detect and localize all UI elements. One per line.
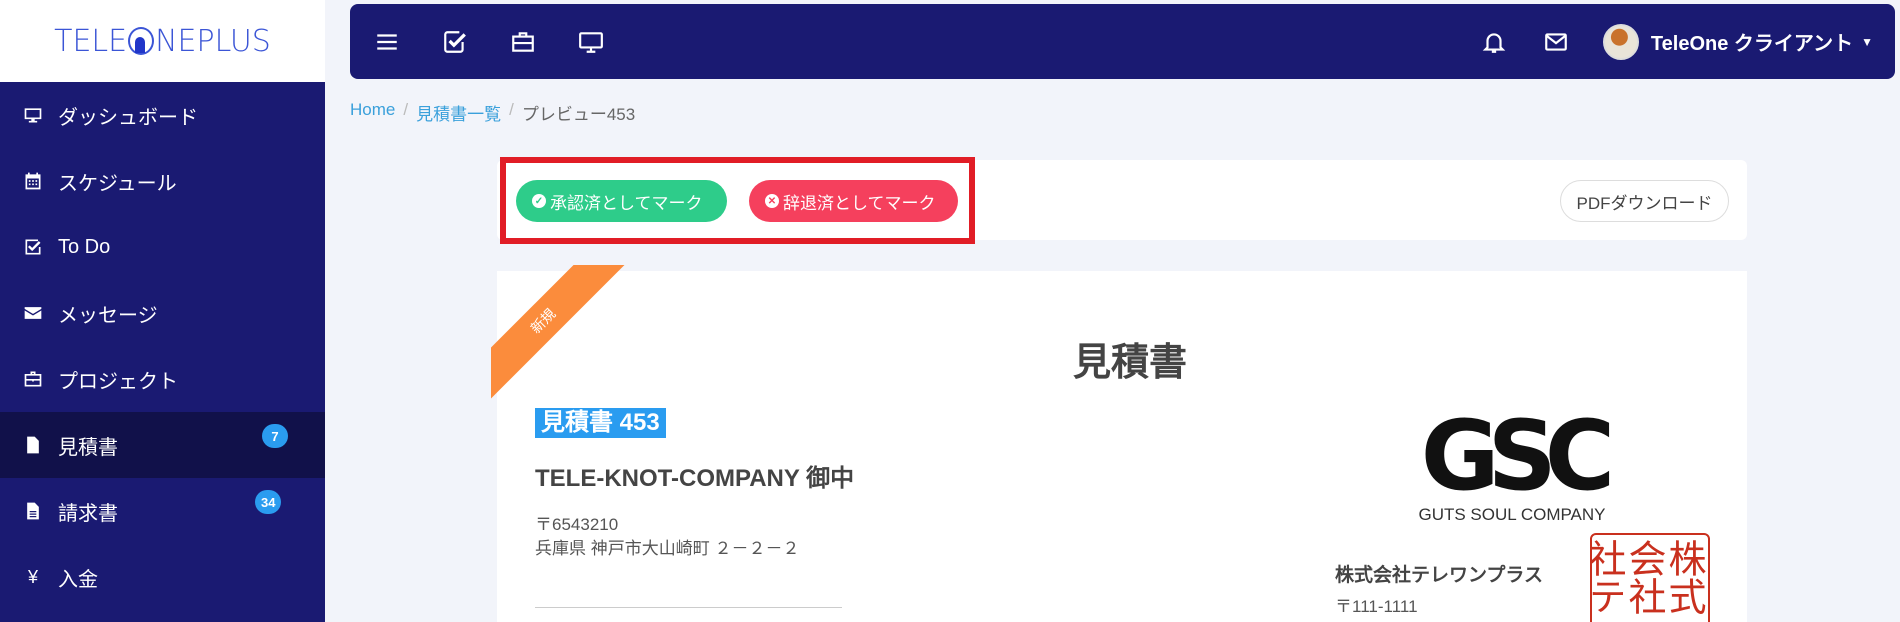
mark-approved-label: 承認済としてマーク [550,193,703,213]
quotes-count-badge: 7 [262,424,288,448]
sidebar-item-invoices[interactable]: 請求書 34 [0,478,325,544]
breadcrumb: Home / 見積書一覧 / プレビュー453 [350,100,635,125]
client-zip: 〒6543210 [535,515,619,534]
sidebar: TELE NEPLUS ダッシュボード スケジュール To Do メッセージ プ… [0,0,325,622]
mark-approved-button[interactable]: ✓ 承認済としてマーク [516,180,727,222]
logo-text-right: NEPLUS [155,23,271,59]
check-circle-icon: ✓ [532,194,546,208]
invoices-count-badge: 34 [255,490,282,514]
check-square-icon[interactable] [440,27,470,57]
sidebar-item-label: ダッシュボード [58,106,198,129]
company-zip: 〒111-1111 [1335,597,1418,616]
company-logo-subtitle: GUTS SOUL COMPANY [1418,505,1606,524]
bell-icon[interactable] [1479,27,1509,57]
pdf-download-button[interactable]: PDFダウンロード [1560,180,1729,222]
yen-icon: ¥ [27,566,38,587]
sidebar-item-payments[interactable]: ¥ 入金 [0,544,325,610]
menu-icon[interactable] [372,27,402,57]
top-navbar: TeleOne クライアント ▼ [350,4,1895,79]
client-address: 兵庫県 神戸市大山崎町 ２－２－２ [535,539,800,558]
logo-person-icon [128,27,155,55]
mark-declined-button[interactable]: ✕ 辞退済としてマーク [749,180,958,222]
sidebar-item-label: プロジェクト [58,370,178,393]
envelope-icon [22,303,44,323]
sidebar-item-label: 見積書 [58,436,118,459]
company-logo: GSC GUTS SOUL COMPANY [1392,400,1632,524]
company-seal-stamp: 株式会社社テスト [1590,533,1710,622]
top-right-controls: TeleOne クライアント ▼ [1479,23,1873,60]
monitor-icon [22,105,44,125]
breadcrumb-home[interactable]: Home [350,100,395,125]
client-name: TELE-KNOT-COMPANY 御中 [535,465,855,492]
breadcrumb-separator: / [403,100,409,119]
avatar[interactable] [1602,23,1639,60]
quote-document: 新規 見積書 見積書 453 TELE-KNOT-COMPANY 御中 〒654… [491,265,1747,622]
file-text-icon [22,501,44,521]
company-logo-mark: GSC [1420,400,1615,512]
mark-declined-label: 辞退済としてマーク [783,193,936,213]
document-title: 見積書 [1072,342,1187,384]
calendar-icon [22,171,44,191]
logo[interactable]: TELE NEPLUS [0,0,325,82]
breadcrumb-current: プレビュー453 [521,105,636,124]
sidebar-item-dashboard[interactable]: ダッシュボード [0,82,325,148]
sidebar-item-label: 入金 [58,568,98,591]
times-circle-icon: ✕ [765,194,779,208]
sidebar-item-label: スケジュール [58,172,177,195]
breadcrumb-quote-list[interactable]: 見積書一覧 [416,100,501,125]
file-icon [22,435,44,455]
sidebar-item-label: メッセージ [58,304,158,327]
divider [535,607,842,608]
sidebar-item-projects[interactable]: プロジェクト [0,346,325,412]
sidebar-item-label: 請求書 [58,502,118,525]
sidebar-item-messages[interactable]: メッセージ [0,280,325,346]
user-menu[interactable]: TeleOne クライアント [1651,27,1853,56]
sidebar-item-quotes[interactable]: 見積書 7 [0,412,325,478]
logo-text-left: TELE [54,23,128,59]
breadcrumb-separator: / [509,100,514,119]
envelope-icon[interactable] [1541,27,1571,57]
sidebar-item-label: To Do [58,235,111,258]
caret-down-icon[interactable]: ▼ [1861,35,1873,49]
briefcase-icon [22,369,44,389]
sidebar-nav: ダッシュボード スケジュール To Do メッセージ プロジェクト 見積書 7 … [0,82,325,610]
sidebar-item-schedule[interactable]: スケジュール [0,148,325,214]
briefcase-icon[interactable] [508,27,538,57]
checkbox-icon [22,237,44,257]
company-name: 株式会社テレワンプラス [1335,565,1544,586]
quote-number-label: 見積書 453 [535,408,666,438]
sidebar-item-todo[interactable]: To Do [0,214,325,280]
monitor-icon[interactable] [576,27,606,57]
